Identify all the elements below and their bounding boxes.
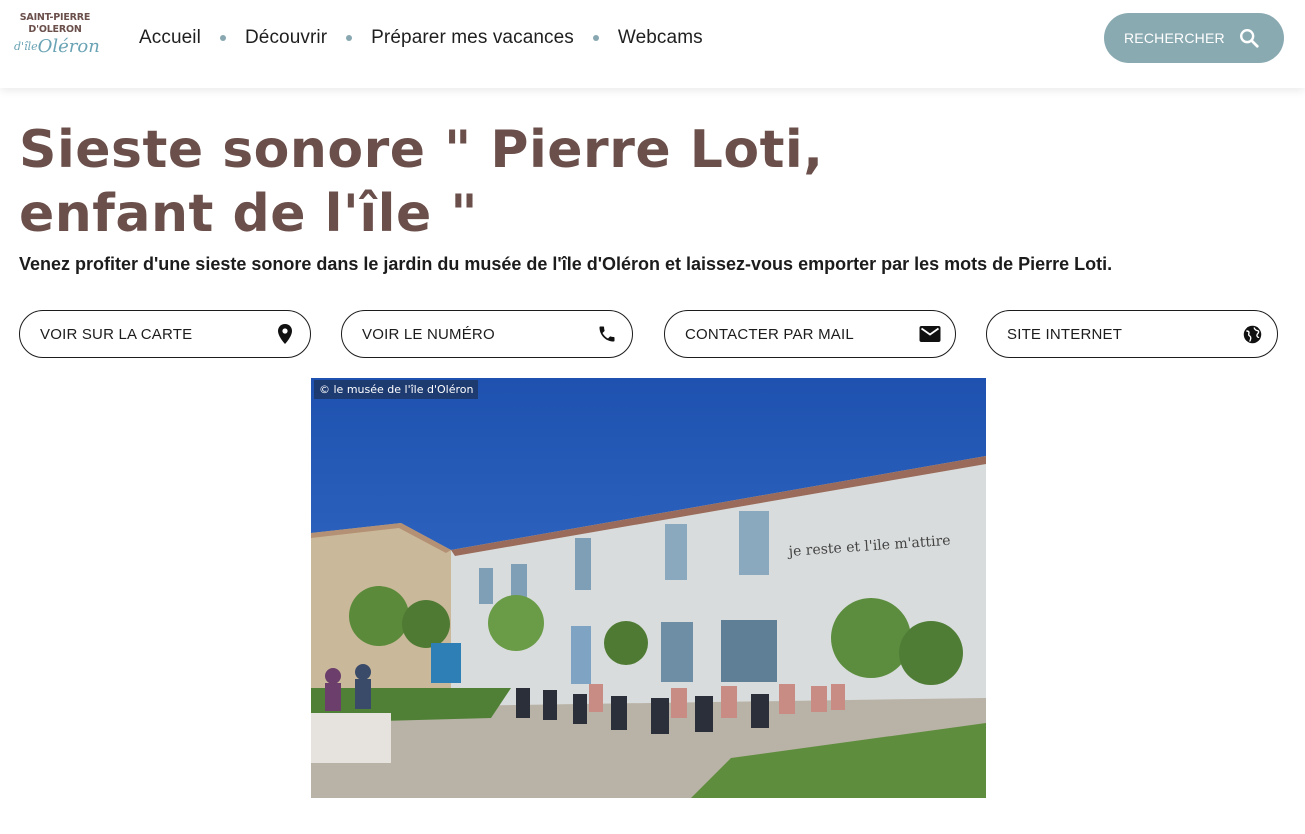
logo-line2: D'OLERON — [28, 24, 82, 35]
website-button[interactable]: SITE INTERNET — [986, 310, 1278, 358]
globe-icon — [1241, 323, 1263, 345]
logo-script-main: Oléron — [37, 36, 100, 57]
map-button[interactable]: VOIR SUR LA CARTE — [19, 310, 311, 358]
page-title-line2: enfant de l'île " — [19, 184, 478, 244]
website-button-label: SITE INTERNET — [1007, 325, 1123, 343]
page-subtitle: Venez profiter d'une sieste sonore dans … — [19, 254, 1113, 274]
photo-credit: © le musée de l'île d'Oléron — [314, 380, 479, 399]
museum-garden-illustration: je reste et l'ile m'attire — [311, 378, 986, 798]
nav-item-accueil[interactable]: Accueil — [139, 27, 201, 49]
phone-icon — [596, 323, 618, 345]
nav-separator-dot — [219, 35, 226, 41]
nav-separator-dot — [592, 35, 599, 41]
site-header: SAINT-PIERRE D'OLERON d'îleOléron Accuei… — [0, 0, 1305, 88]
search-button-label: RECHERCHER — [1124, 30, 1225, 46]
page-title: Sieste sonore " Pierre Loti, enfant de l… — [19, 118, 919, 246]
logo-line1: SAINT-PIERRE — [19, 12, 91, 23]
map-pin-icon — [274, 323, 296, 345]
page-title-line1: Sieste sonore " Pierre Loti, — [19, 120, 824, 180]
nav-item-preparer[interactable]: Préparer mes vacances — [371, 27, 574, 49]
logo-script-small: d'île — [14, 40, 38, 53]
phone-button[interactable]: VOIR LE NUMÉRO — [341, 310, 633, 358]
search-icon — [1240, 29, 1259, 48]
nav-item-webcams[interactable]: Webcams — [618, 27, 703, 49]
main-nav: Accueil Découvrir Préparer mes vacances … — [139, 26, 703, 50]
nav-separator-dot — [346, 35, 353, 41]
mail-button[interactable]: CONTACTER PAR MAIL — [664, 310, 956, 358]
logo-script: d'îleOléron — [14, 36, 100, 58]
action-bar: VOIR SUR LA CARTE VOIR LE NUMÉRO CONTACT… — [19, 310, 1281, 358]
event-photo: je reste et l'ile m'attire © le musée de… — [311, 378, 986, 798]
map-button-label: VOIR SUR LA CARTE — [40, 325, 193, 343]
phone-button-label: VOIR LE NUMÉRO — [362, 325, 495, 343]
site-logo[interactable]: SAINT-PIERRE D'OLERON d'îleOléron — [14, 12, 100, 68]
nav-item-decouvrir[interactable]: Découvrir — [245, 27, 327, 49]
mail-icon — [919, 323, 941, 345]
mail-button-label: CONTACTER PAR MAIL — [685, 325, 854, 343]
search-button[interactable]: RECHERCHER — [1104, 13, 1284, 63]
